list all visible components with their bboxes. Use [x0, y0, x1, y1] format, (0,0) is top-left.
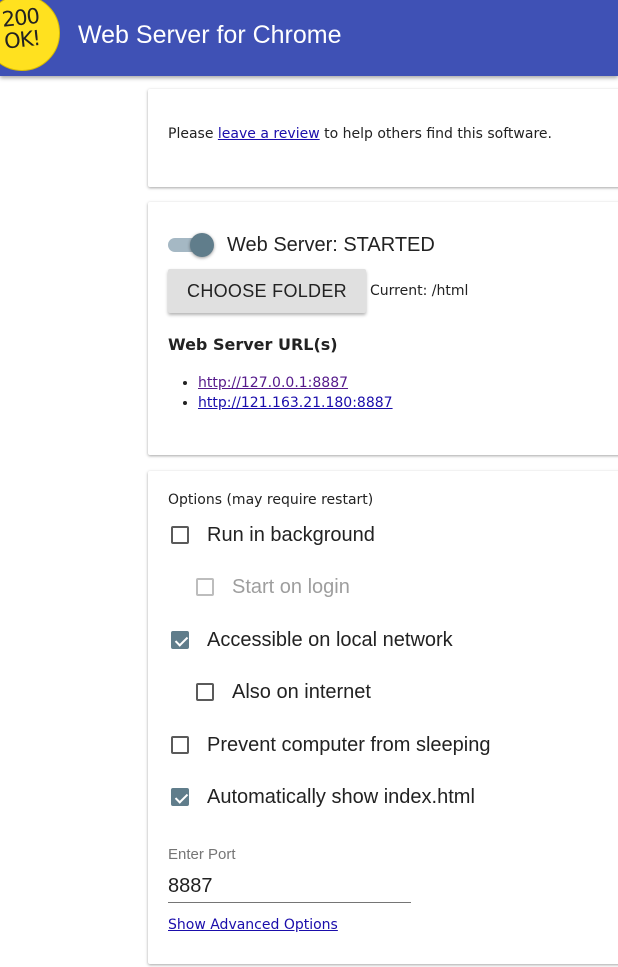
prevent-sleep-label: Prevent computer from sleeping: [207, 734, 491, 756]
local-network-label: Accessible on local network: [207, 629, 453, 651]
start-on-login-checkbox[interactable]: [196, 578, 214, 596]
options-card: Options (may require restart) Run in bac…: [148, 471, 618, 964]
leave-review-link[interactable]: leave a review: [218, 126, 320, 142]
urls-heading: Web Server URL(s): [168, 335, 338, 354]
review-suffix: to help others find this software.: [319, 126, 552, 142]
advanced-options-wrap: Show Advanced Options: [168, 917, 338, 933]
also-on-internet-checkbox[interactable]: [196, 683, 214, 701]
options-heading: Options (may require restart): [168, 492, 374, 508]
local-network-checkbox[interactable]: [171, 631, 189, 649]
show-index-checkbox[interactable]: [171, 788, 189, 806]
start-on-login-label: Start on login: [232, 576, 350, 598]
url-list: http://127.0.0.1:8887 http://121.163.21.…: [178, 373, 393, 413]
port-input[interactable]: [168, 870, 411, 903]
review-card: Please leave a review to help others fin…: [148, 89, 618, 187]
review-prefix: Please: [168, 126, 218, 142]
server-toggle[interactable]: [168, 233, 216, 257]
run-in-background-checkbox[interactable]: [171, 526, 189, 544]
review-text: Please leave a review to help others fin…: [168, 126, 552, 142]
server-card: Web Server: STARTED CHOOSE FOLDER Curren…: [148, 202, 618, 455]
url-list-item: http://127.0.0.1:8887: [198, 373, 393, 393]
show-index-label: Automatically show index.html: [207, 786, 475, 808]
url-link-local[interactable]: http://127.0.0.1:8887: [198, 375, 348, 391]
choose-folder-button[interactable]: CHOOSE FOLDER: [168, 269, 366, 313]
port-label: Enter Port: [168, 846, 236, 863]
prevent-sleep-checkbox[interactable]: [171, 736, 189, 754]
server-status: Web Server: STARTED: [227, 234, 435, 256]
also-on-internet-label: Also on internet: [232, 681, 371, 703]
run-in-background-label: Run in background: [207, 524, 375, 546]
show-advanced-options-link[interactable]: Show Advanced Options: [168, 917, 338, 933]
logo-text: 200 OK!: [0, 3, 42, 54]
app-bar: 200 OK! Web Server for Chrome: [0, 0, 618, 76]
url-link-network[interactable]: http://121.163.21.180:8887: [198, 395, 393, 411]
logo-200-ok: 200 OK!: [0, 0, 60, 71]
current-folder: Current: /html: [370, 283, 469, 299]
url-list-item: http://121.163.21.180:8887: [198, 393, 393, 413]
app-title: Web Server for Chrome: [78, 21, 342, 49]
toggle-knob: [190, 233, 214, 257]
